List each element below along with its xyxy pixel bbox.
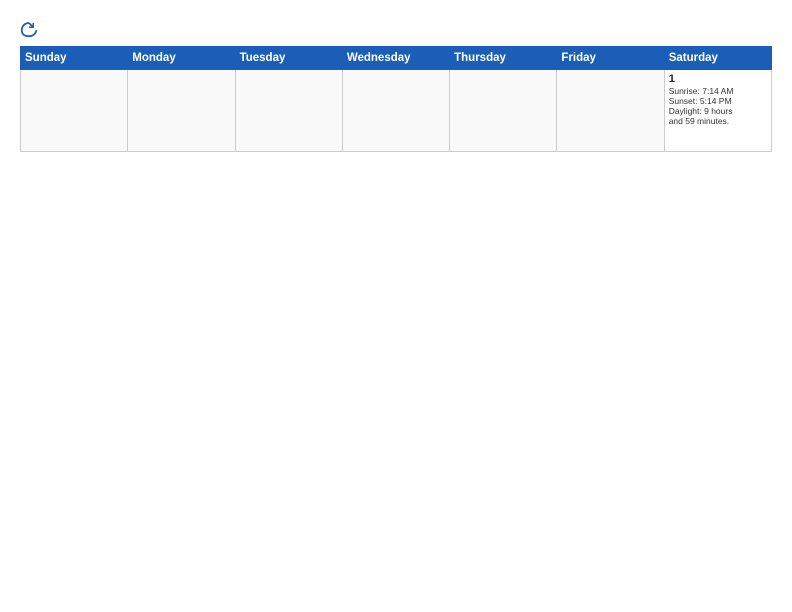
- day-header-tuesday: Tuesday: [235, 47, 342, 70]
- day-cell-1: 1Sunrise: 7:14 AMSunset: 5:14 PMDaylight…: [664, 70, 771, 152]
- empty-cell: [21, 70, 128, 152]
- day-header-thursday: Thursday: [450, 47, 557, 70]
- logo-icon: [20, 20, 38, 38]
- day-info: and 59 minutes.: [669, 116, 729, 126]
- day-number: 1: [669, 73, 767, 85]
- calendar-week-1: 1Sunrise: 7:14 AMSunset: 5:14 PMDaylight…: [21, 70, 772, 152]
- day-header-monday: Monday: [128, 47, 235, 70]
- empty-cell: [557, 70, 664, 152]
- day-header-friday: Friday: [557, 47, 664, 70]
- day-header-sunday: Sunday: [21, 47, 128, 70]
- day-info: Daylight: 9 hours: [669, 106, 733, 116]
- empty-cell: [128, 70, 235, 152]
- day-header-wednesday: Wednesday: [342, 47, 449, 70]
- calendar-container: SundayMondayTuesdayWednesdayThursdayFrid…: [0, 0, 792, 612]
- logo: [20, 20, 42, 38]
- header: [20, 16, 772, 38]
- empty-cell: [450, 70, 557, 152]
- day-info: Sunset: 5:14 PM: [669, 96, 732, 106]
- day-header-saturday: Saturday: [664, 47, 771, 70]
- calendar-table: SundayMondayTuesdayWednesdayThursdayFrid…: [20, 46, 772, 152]
- calendar-header-row: SundayMondayTuesdayWednesdayThursdayFrid…: [21, 47, 772, 70]
- day-info: Sunrise: 7:14 AM: [669, 86, 734, 96]
- empty-cell: [342, 70, 449, 152]
- empty-cell: [235, 70, 342, 152]
